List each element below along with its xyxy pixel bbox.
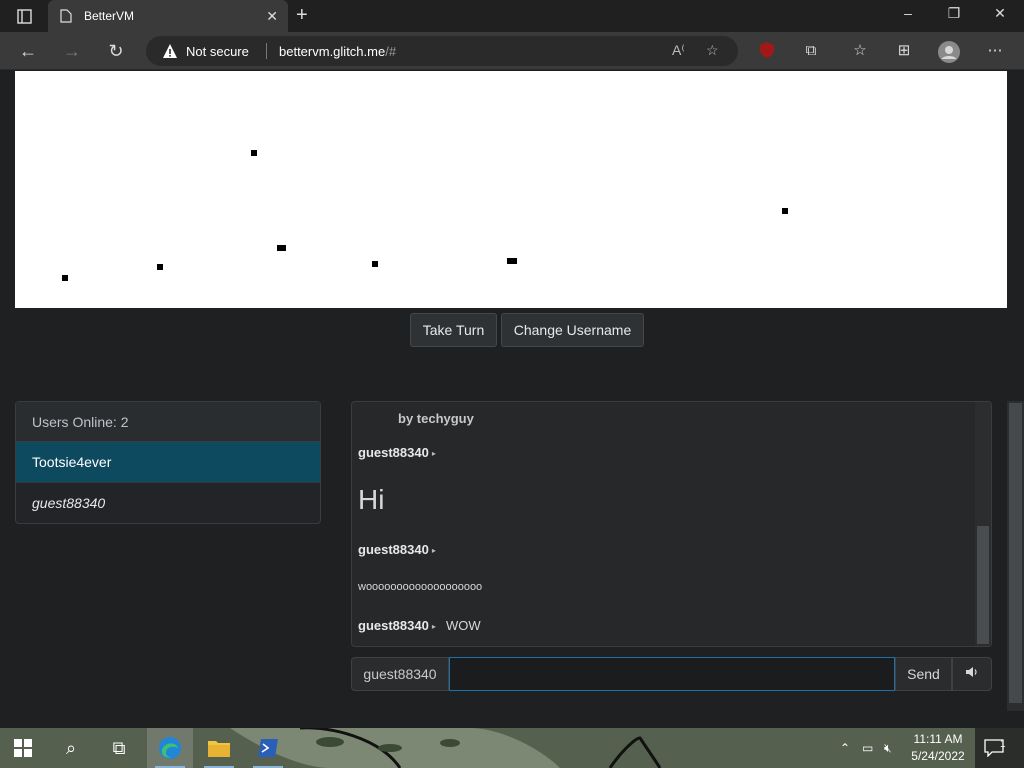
caret-right-icon: ▸ bbox=[431, 622, 436, 632]
chat-scrollbar-thumb[interactable] bbox=[977, 526, 989, 644]
vm-screen-pixel bbox=[157, 264, 163, 270]
restore-icon[interactable]: ❐ bbox=[932, 5, 976, 22]
system-clock[interactable]: 11:11 AM 5/24/2022 bbox=[902, 731, 974, 765]
url-host: bettervm.glitch.me bbox=[279, 44, 386, 59]
vm-screen-pixel bbox=[277, 245, 286, 251]
address-bar[interactable]: Not secure bettervm.glitch.me/# A⁽ ☆ bbox=[146, 36, 738, 66]
search-icon[interactable]: ⌕ bbox=[48, 728, 94, 768]
collections-icon[interactable]: ⊞ bbox=[894, 41, 914, 61]
forward-icon[interactable]: → bbox=[60, 39, 84, 63]
url-text[interactable]: bettervm.glitch.me/# bbox=[279, 44, 396, 59]
volume-muted-icon[interactable]: 🔇︎ bbox=[884, 728, 892, 768]
caret-right-icon: ▸ bbox=[431, 449, 436, 459]
chat-username-tag: guest88340 bbox=[351, 657, 449, 691]
page-content: Take Turn Change Username Users Online: … bbox=[0, 71, 1024, 711]
url-path: /# bbox=[385, 44, 397, 59]
vm-screen-pixel bbox=[782, 208, 788, 214]
add-favorite-icon[interactable]: ☆ bbox=[706, 42, 719, 59]
page-scrollbar[interactable] bbox=[1007, 401, 1024, 711]
chat-message-input[interactable] bbox=[449, 657, 895, 691]
chat-message: wooooooooooooooooooo bbox=[358, 581, 483, 593]
change-username-button[interactable]: Change Username bbox=[501, 313, 644, 347]
chat-username[interactable]: guest88340 ▸ bbox=[358, 618, 436, 633]
chat-message: WOW bbox=[446, 618, 481, 633]
back-icon[interactable]: ← bbox=[16, 39, 40, 63]
tab-actions-icon[interactable] bbox=[10, 6, 38, 28]
chat-username-text: guest88340 bbox=[358, 445, 429, 460]
network-icon[interactable]: ▭ bbox=[862, 728, 873, 768]
users-online-header: Users Online: 2 bbox=[16, 402, 320, 442]
chat-system-line: by techyguy bbox=[398, 411, 474, 426]
ublock-icon[interactable] bbox=[757, 41, 777, 61]
chat-username-text: guest88340 bbox=[358, 618, 429, 633]
new-tab-icon[interactable]: + bbox=[296, 4, 308, 27]
address-divider bbox=[266, 43, 267, 59]
browser-tab[interactable]: BetterVM ✕ bbox=[48, 0, 288, 32]
user-list-item[interactable]: Tootsie4ever bbox=[16, 442, 320, 483]
vm-screen[interactable] bbox=[15, 71, 1007, 308]
close-tab-icon[interactable]: ✕ bbox=[266, 8, 278, 25]
extensions-icon[interactable]: ⧉ bbox=[801, 41, 821, 61]
task-view-icon[interactable]: ⧉ bbox=[96, 728, 142, 768]
user-list-item[interactable]: guest88340 bbox=[16, 483, 320, 524]
send-button[interactable]: Send bbox=[895, 657, 952, 691]
take-turn-button[interactable]: Take Turn bbox=[410, 313, 497, 347]
tab-title: BetterVM bbox=[84, 9, 135, 23]
clock-date: 5/24/2022 bbox=[911, 749, 965, 763]
chat-message: Hi bbox=[358, 484, 385, 515]
more-menu-icon[interactable]: ⋯ bbox=[985, 41, 1005, 61]
profile-avatar[interactable] bbox=[938, 41, 960, 63]
chat-username-text: guest88340 bbox=[358, 542, 429, 557]
vm-screen-pixel bbox=[251, 150, 257, 156]
page-icon bbox=[60, 9, 72, 23]
vm-screen-pixel bbox=[507, 258, 517, 264]
chat-input-row: guest88340 Send bbox=[351, 657, 992, 691]
page-scrollbar-thumb[interactable] bbox=[1009, 403, 1022, 703]
clock-time: 11:11 AM bbox=[913, 732, 963, 746]
powershell-icon[interactable] bbox=[245, 728, 291, 768]
chat-scrollbar[interactable] bbox=[975, 402, 991, 646]
file-explorer-icon[interactable] bbox=[196, 728, 242, 768]
vm-screen-pixel bbox=[62, 275, 68, 281]
browser-toolbar: ← → ↻ Not secure bettervm.glitch.me/# A⁽… bbox=[0, 32, 1024, 70]
caret-right-icon: ▸ bbox=[431, 546, 436, 556]
chevron-up-icon[interactable]: ⌃ bbox=[840, 728, 850, 768]
windows-taskbar: ⌕ ⧉ ⌃ ▭ 🔇︎ 11:11 AM 5/24/2022 1 bbox=[0, 728, 1024, 768]
security-label[interactable]: Not secure bbox=[186, 44, 249, 59]
warning-icon bbox=[162, 43, 178, 59]
speaker-icon[interactable] bbox=[952, 657, 992, 691]
start-icon[interactable] bbox=[0, 728, 46, 768]
minimize-icon[interactable]: – bbox=[886, 5, 930, 21]
refresh-icon[interactable]: ↻ bbox=[104, 39, 128, 63]
browser-tab-bar: BetterVM ✕ + – ❐ ✕ bbox=[0, 0, 1024, 32]
chat-log[interactable]: by techyguy guest88340 ▸ Hi guest88340 ▸ w… bbox=[351, 401, 992, 647]
users-online-panel: Users Online: 2 Tootsie4ever guest88340 bbox=[15, 401, 321, 524]
favorites-icon[interactable]: ☆ bbox=[850, 41, 870, 61]
read-aloud-icon[interactable]: A⁽ bbox=[672, 42, 685, 59]
close-window-icon[interactable]: ✕ bbox=[978, 5, 1022, 22]
chat-username[interactable]: guest88340 ▸ bbox=[358, 542, 436, 557]
edge-browser-icon[interactable] bbox=[147, 728, 193, 768]
notification-count: 1 bbox=[1000, 739, 1006, 750]
vm-screen-pixel bbox=[372, 261, 378, 267]
chat-username[interactable]: guest88340 ▸ bbox=[358, 445, 436, 460]
